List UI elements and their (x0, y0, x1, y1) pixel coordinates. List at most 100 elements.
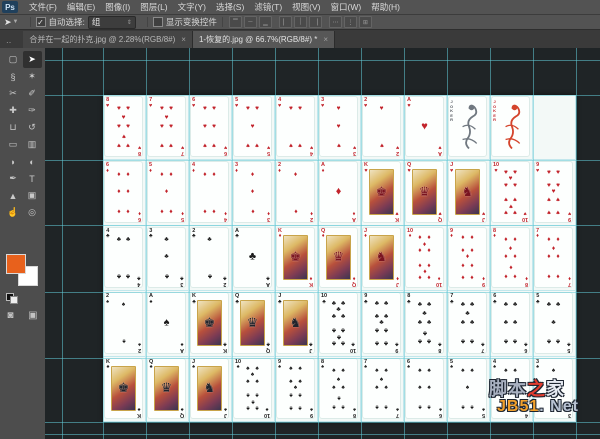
card-corner-index: 2 ♥ (364, 97, 368, 109)
playing-card-9-diamonds: 9 ♦ 9 ♦ ♦ ♦ ♦ ♦ ♦ ♦ ♦ ♦ ♦ (448, 226, 487, 289)
align-bottom-edges-icon[interactable]: ▁ (258, 16, 272, 28)
sheet-cell: K ♥ K ♥ ♚ (361, 160, 404, 226)
playing-card-7-spades: 7 ♠ 7 ♠ ♠ ♠ ♠ ♠ ♠ ♠ ♠ (362, 357, 401, 419)
eraser-tool[interactable]: ▭ (4, 136, 23, 153)
move-tool[interactable]: ➤ (22, 51, 42, 68)
watermark-text: 脚本 (489, 379, 527, 399)
crop-tool[interactable]: ✂ (4, 85, 23, 102)
distribute-widths-icon[interactable]: ⋯ (328, 16, 342, 28)
align-horizontal-centers-icon[interactable]: │ (293, 16, 307, 28)
align-left-edges-icon[interactable]: ▏ (278, 16, 292, 28)
sheet-cell: A ♠ A ♠ ♠ (146, 291, 189, 357)
card-pips: ♥ ♥ ♥ ♥ ♥ ♥ (198, 101, 221, 152)
card-pips: ♣ ♣ ♣ (155, 232, 178, 283)
pip-spades-icon: ♠ (341, 366, 345, 374)
quick-mask-icon[interactable]: ◙ (7, 310, 13, 321)
zoom-tool[interactable]: ◎ (23, 204, 42, 221)
shape-tool[interactable]: ▣ (23, 187, 42, 204)
sheet-cell: Q ♠ Q ♠ ♛ (146, 356, 189, 422)
gradient-tool[interactable]: ▥ (23, 136, 42, 153)
sheet-cell: 10 ♥ 10 ♥ ♥ ♥ ♥ ♥ ♥ ♥ ♥ ♥ ♥ ♥ (490, 160, 533, 226)
document-tab-merged-poker[interactable]: 合并在一起的扑克.jpg @ 2.28%(RGB/8#) × (23, 31, 193, 48)
card-corner-index: 10 ♦ (435, 275, 442, 288)
auto-select-checkbox[interactable]: ✓ (35, 17, 46, 27)
card-corner-index: K ♦ (278, 227, 282, 240)
move-tool-icon[interactable]: ➤ (4, 17, 12, 28)
sheet-cell (533, 95, 576, 161)
clone-stamp-tool[interactable]: ⊔ (4, 119, 23, 136)
pip-clubs-icon: ♣ (417, 337, 423, 345)
card-corner-index: 4 ♦ (192, 162, 196, 174)
hand-tool[interactable]: ☝ (4, 204, 23, 221)
pip-diamonds-icon: ♦ (126, 170, 130, 178)
pip-hearts-icon: ♥ (288, 104, 293, 112)
default-colors-icon[interactable] (6, 293, 18, 304)
card-pips: ♣ ♣ ♣ ♣ ♣ (542, 297, 565, 348)
pip-clubs-icon: ♣ (503, 301, 509, 309)
playing-card-4-diamonds: 4 ♦ 4 ♦ ♦ ♦ ♦ ♦ (190, 161, 229, 223)
sheet-cell: 3 ♥ 3 ♥ ♥ ♥ ♥ (318, 95, 361, 161)
type-tool[interactable]: T (23, 170, 42, 187)
rect-marquee-tool[interactable]: ▢ (4, 51, 23, 68)
pip-hearts-icon: ♥ (202, 141, 207, 149)
align-vertical-centers-icon[interactable]: ─ (243, 16, 257, 28)
menu-item[interactable]: 窗口(W) (326, 0, 367, 14)
playing-card-10-clubs: 10 ♣ 10 ♣ ♣ ♣ ♣ ♣ ♣ ♣ ♣ ♣ ♣ ♣ (319, 292, 358, 354)
lasso-tool[interactable]: § (4, 68, 23, 85)
auto-select-dropdown[interactable]: 组 ⇕ (87, 15, 136, 29)
document-tab-restored[interactable]: 1-恢复的.jpg @ 66.7%(RGB/8#) * × (192, 31, 336, 48)
pip-diamonds-icon: ♦ (203, 206, 207, 214)
card-corner-index: 7 ♠ (364, 358, 368, 371)
card-corner-index: 5 ♦ (180, 210, 184, 222)
card-corner-index: 4 ♠ (493, 358, 497, 371)
menu-item[interactable]: 编辑(E) (62, 0, 100, 14)
blur-tool[interactable]: ◗ (4, 153, 23, 170)
pip-clubs-icon: ♣ (546, 337, 552, 345)
menu-item[interactable]: 文字(Y) (173, 0, 211, 14)
eyedropper-tool[interactable]: ✐ (23, 85, 42, 102)
align-right-edges-icon[interactable]: ▕ (308, 16, 322, 28)
menu-item[interactable]: 滤镜(T) (249, 0, 287, 14)
foreground-color-swatch[interactable] (6, 254, 26, 274)
menu-item[interactable]: 帮助(H) (366, 0, 405, 14)
pen-tool[interactable]: ✒ (4, 170, 23, 187)
magic-wand-tool[interactable]: ✶ (23, 68, 42, 85)
screen-mode-icon[interactable]: ▣ (28, 310, 37, 321)
card-corner-index: 9 ♦ (450, 227, 454, 240)
panel-collapse-icon[interactable]: ‥ (6, 36, 11, 45)
card-pips: ♠ ♠ ♠ ♠ ♠ ♠ ♠ ♠ ♠ ♠ (241, 363, 264, 414)
menu-item[interactable]: 图像(I) (100, 0, 135, 14)
show-transform-checkbox[interactable] (152, 17, 163, 27)
card-corner-index: J ♥ (481, 210, 485, 222)
pip-spades-icon: ♠ (379, 375, 384, 383)
playing-card-8-diamonds: 8 ♦ 8 ♦ ♦ ♦ ♦ ♦ ♦ ♦ ♦ ♦ (491, 226, 530, 289)
pip-diamonds-icon: ♦ (508, 244, 513, 252)
tool-preset-caret-icon[interactable]: ▼ (13, 19, 19, 25)
menu-item[interactable]: 文件(F) (24, 0, 62, 14)
path-selection-tool[interactable]: ▲ (4, 187, 23, 204)
pip-diamonds-icon: ♦ (117, 187, 121, 195)
dodge-tool[interactable]: ◐ (23, 153, 42, 170)
menu-item[interactable]: 图层(L) (135, 0, 172, 14)
menu-item[interactable]: 选择(S) (211, 0, 249, 14)
pip-hearts-icon: ♥ (245, 104, 250, 112)
close-tab-icon[interactable]: × (323, 35, 328, 44)
auto-align-layers-icon[interactable]: ⊞ (358, 16, 372, 28)
tab-title: 1-恢复的.jpg @ 66.7%(RGB/8#) * (198, 35, 318, 44)
sheet-cell: J ♥ J ♥ ♞ (447, 160, 490, 226)
distribute-heights-icon[interactable]: ⋮ (343, 16, 357, 28)
brush-tool[interactable]: ✑ (23, 102, 42, 119)
pip-diamonds-icon: ♦ (427, 273, 431, 281)
pip-spades-icon: ♠ (255, 377, 259, 385)
playing-card-3-hearts: 3 ♥ 3 ♥ ♥ ♥ ♥ (319, 96, 358, 158)
face-card-art: ♚ (111, 365, 136, 411)
menu-item[interactable]: 视图(V) (287, 0, 325, 14)
close-tab-icon[interactable]: × (181, 35, 186, 44)
healing-brush-tool[interactable]: ✚ (4, 102, 23, 119)
sheet-cell: 5 ♦ 5 ♦ ♦ ♦ ♦ ♦ ♦ (146, 160, 189, 226)
face-card-art: ♞ (283, 300, 308, 346)
playing-card-5-spades: 5 ♠ 5 ♠ ♠ ♠ ♠ ♠ ♠ (448, 357, 487, 419)
history-brush-tool[interactable]: ↺ (23, 119, 42, 136)
align-top-edges-icon[interactable]: ▔ (228, 16, 242, 28)
card-pips: ♣ ♣ ♣ ♣ ♣ ♣ ♣ ♣ ♣ ♣ (327, 297, 350, 348)
